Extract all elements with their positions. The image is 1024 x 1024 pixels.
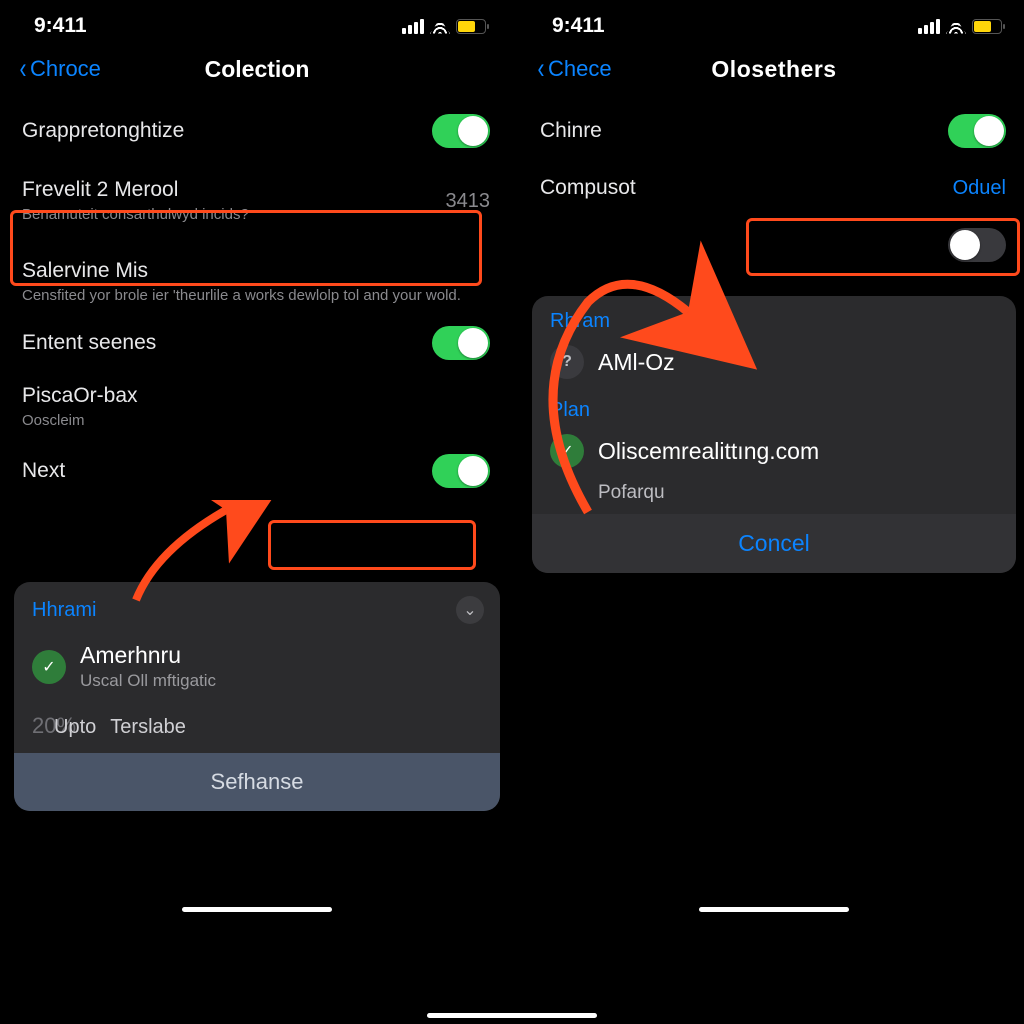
section-label: Plan (550, 399, 590, 422)
home-indicator (182, 907, 332, 912)
question-icon: ? (550, 345, 584, 379)
option-title: AMl-Oz (598, 349, 675, 376)
check-icon: ✓ (32, 650, 66, 684)
foot-a: Upto (54, 716, 96, 739)
toggle[interactable] (432, 114, 490, 148)
status-bar: 9:411 (6, 0, 508, 44)
sheet-footnote: 20% Upto Terslabe (14, 705, 500, 753)
sheet-section-header: Rhram (532, 296, 1016, 335)
sheet-section-header: Plan (532, 393, 1016, 424)
status-time: 9:411 (552, 14, 605, 38)
option-subtitle: Uscal Oll mftigatic (80, 671, 216, 691)
status-icons (918, 19, 1002, 34)
row-blank[interactable] (540, 214, 1024, 276)
option-title: Amerhnru (80, 642, 216, 669)
wifi-icon (430, 19, 450, 34)
nav-bar: ‹ Chece Olosethers (524, 44, 1024, 100)
popup-sheet: Hhrami ⌄ ✓ Amerhnru Uscal Oll mftigatic … (14, 582, 500, 811)
foot-b: Terslabe (110, 716, 186, 739)
sheet-option-amloz[interactable]: ? AMl-Oz (532, 335, 1016, 393)
option-title: Oliscemrealittıng.com (598, 438, 819, 465)
option-title: Pofarqu (598, 482, 665, 504)
screenshot-right: 9:411 ‹ Chece Olosethers Chinre Compusot… (524, 0, 1024, 920)
row-label: Grappretonghtize (22, 119, 184, 143)
sheet-primary-button[interactable]: Sefhanse (14, 753, 500, 811)
status-icons (402, 19, 486, 34)
row-label: Next (22, 459, 65, 483)
chevron-down-icon[interactable]: ⌄ (456, 596, 484, 624)
row-label: Chinre (540, 119, 602, 143)
row-label: Frevelit 2 Merool (22, 178, 269, 202)
row-value: 3413 (446, 190, 491, 213)
row-next[interactable]: Next (22, 440, 508, 502)
wifi-icon (946, 19, 966, 34)
cellular-icon (918, 19, 940, 34)
settings-list: Chinre Compusot Oduel (524, 100, 1024, 276)
status-time: 9:411 (34, 14, 87, 38)
status-bar: 9:411 (524, 0, 1024, 44)
outer-home-indicator (427, 1013, 597, 1018)
row-subtitle: Benamuteit consarthulwyd incids? (22, 206, 269, 225)
section-label: Rhram (550, 310, 610, 333)
battery-icon (456, 19, 486, 34)
nav-bar: ‹ Chroce Colection (6, 44, 508, 100)
back-button[interactable]: ‹ Chroce (18, 56, 101, 82)
sheet-option-domain[interactable]: ✓ Oliscemrealittıng.com (532, 424, 1016, 482)
back-label: Chroce (30, 56, 101, 82)
row-label: Salervine Mis (22, 259, 481, 283)
sheet-option-pofarqu[interactable]: Pofarqu (532, 482, 1016, 514)
highlight-box (268, 520, 476, 570)
row-entent[interactable]: Entent seenes (22, 312, 508, 374)
home-indicator (699, 907, 849, 912)
check-icon: ✓ (550, 434, 584, 468)
action-sheet: Rhram ? AMl-Oz Plan ✓ Oliscemrealittıng.… (532, 296, 1016, 573)
toggle[interactable] (948, 228, 1006, 262)
sheet-header: Hhrami ⌄ (14, 582, 500, 632)
toggle[interactable] (948, 114, 1006, 148)
row-salervine[interactable]: Salervine Mis Censfited yor brole ier 't… (22, 241, 508, 312)
screenshot-left: 9:411 ‹ Chroce Colection Grappretonghtiz… (6, 0, 508, 920)
sheet-header-label: Hhrami (32, 599, 96, 622)
row-piscaor[interactable]: PiscaOr-bax Ooscleim (22, 374, 508, 441)
cellular-icon (402, 19, 424, 34)
back-button[interactable]: ‹ Chece (536, 56, 612, 82)
settings-list: Grappretonghtize Frevelit 2 Merool Benam… (6, 100, 508, 502)
back-label: Chece (548, 56, 612, 82)
toggle[interactable] (432, 454, 490, 488)
row-label: PiscaOr-bax (22, 384, 138, 408)
row-label: Entent seenes (22, 331, 156, 355)
row-label: Compusot (540, 176, 636, 200)
battery-icon (972, 19, 1002, 34)
row-value: Oduel (953, 177, 1006, 200)
row-compusot[interactable]: Compusot Oduel (540, 162, 1024, 214)
row-grappretonghtize[interactable]: Grappretonghtize (22, 100, 508, 162)
cancel-button[interactable]: Concel (532, 514, 1016, 573)
row-subtitle: Ooscleim (22, 412, 138, 431)
sheet-option[interactable]: ✓ Amerhnru Uscal Oll mftigatic (14, 632, 500, 705)
row-subtitle: Censfited yor brole ier 'theurlile a wor… (22, 287, 481, 306)
toggle[interactable] (432, 326, 490, 360)
row-frevelit[interactable]: Frevelit 2 Merool Benamuteit consarthulw… (22, 162, 508, 241)
row-chinre[interactable]: Chinre (540, 100, 1024, 162)
